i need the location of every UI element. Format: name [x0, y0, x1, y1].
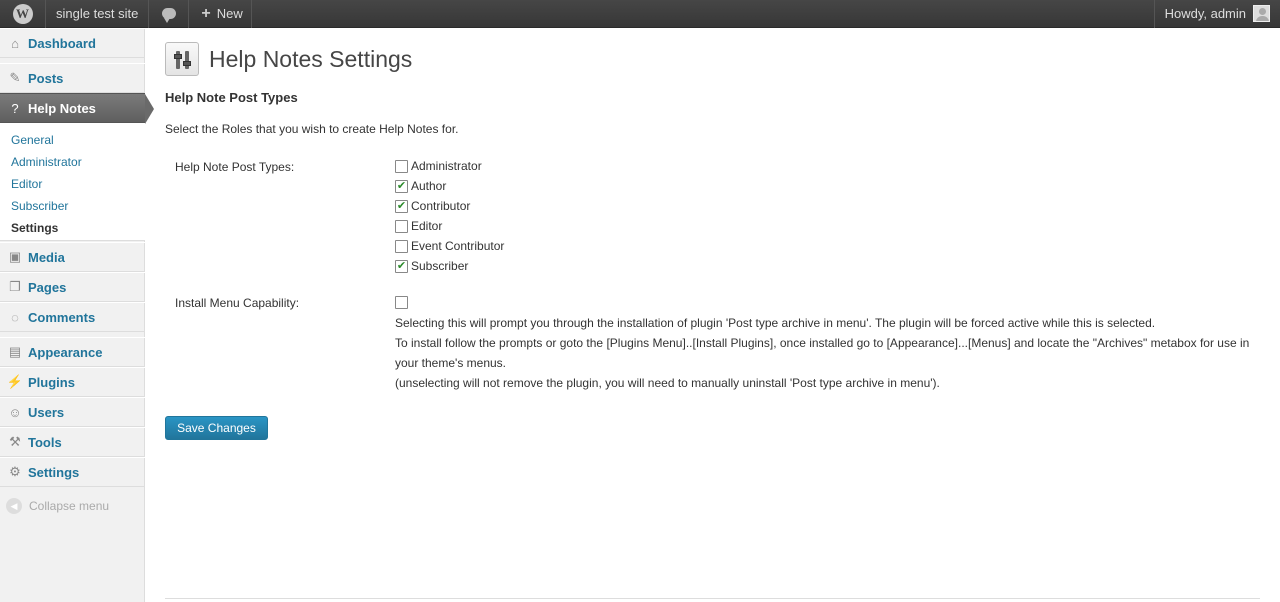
role-label: Subscriber	[411, 259, 469, 273]
role-option-event-contributor[interactable]: Event Contributor	[395, 236, 504, 256]
avatar-icon	[1253, 5, 1270, 22]
sidebar-item-settings[interactable]: ⚙ Settings	[0, 457, 145, 487]
install-desc-line: (unselecting will not remove the plugin,…	[395, 376, 940, 390]
role-label: Administrator	[411, 159, 482, 173]
role-checkbox-contributor[interactable]	[395, 199, 408, 213]
intro-text: Select the Roles that you wish to create…	[165, 122, 459, 136]
install-desc-line: Selecting this will prompt you through t…	[395, 316, 1156, 330]
section-title: Help Note Post Types	[165, 90, 298, 105]
sidebar-item-label: Media	[28, 249, 65, 265]
submenu-item-general[interactable]: General	[0, 129, 145, 151]
role-checkbox-administrator[interactable]	[395, 159, 408, 173]
install-description: Selecting this will prompt you through t…	[395, 313, 1255, 393]
sidebar-item-label: Appearance	[28, 344, 103, 360]
role-label: Contributor	[411, 199, 471, 213]
comments-button[interactable]	[149, 0, 190, 28]
sidebar-item-label: Posts	[28, 70, 64, 86]
sidebar-item-label: Help Notes	[28, 100, 96, 116]
settings-sliders-icon	[165, 42, 199, 76]
sidebar-item-label: Tools	[28, 434, 62, 450]
question-icon: ?	[11, 100, 19, 116]
post-types-label: Help Note Post Types:	[175, 160, 295, 174]
role-checkbox-author[interactable]	[395, 179, 408, 193]
role-option-contributor[interactable]: Contributor	[395, 196, 470, 216]
plugins-icon: ⚡	[6, 374, 24, 389]
site-name-link[interactable]: single test site	[46, 0, 150, 28]
media-icon: ▣	[8, 249, 22, 264]
page-header: Help Notes Settings	[165, 42, 412, 76]
comments-icon: ◌	[11, 309, 19, 325]
sidebar-item-label: Pages	[28, 279, 67, 295]
role-label: Event Contributor	[411, 239, 505, 253]
sidebar-item-users[interactable]: ☺ Users	[0, 397, 145, 427]
sidebar-item-media[interactable]: ▣ Media	[0, 242, 145, 272]
collapse-arrow-icon: ◀	[6, 498, 22, 514]
sidebar-item-plugins[interactable]: ⚡ Plugins	[0, 367, 145, 397]
role-option-author[interactable]: Author	[395, 176, 446, 196]
new-content-button[interactable]: + New	[189, 0, 252, 28]
admin-sidebar: ⌂ Dashboard ✎ Posts ? Help Notes General…	[0, 28, 154, 602]
my-account-button[interactable]: Howdy, admin	[1153, 0, 1280, 28]
sidebar-item-pages[interactable]: ❐ Pages	[0, 272, 145, 302]
howdy-text: Howdy, admin	[1164, 6, 1246, 21]
wp-logo-button[interactable]: W	[0, 0, 46, 28]
main-content: Help Notes Settings Help Note Post Types…	[165, 28, 1260, 602]
collapse-menu-label: Collapse menu	[29, 499, 110, 513]
footer-divider	[165, 598, 1260, 599]
sidebar-item-appearance[interactable]: ▤ Appearance	[0, 337, 145, 367]
wordpress-logo-icon: W	[12, 3, 33, 24]
tools-icon: ⚒	[9, 434, 21, 449]
sidebar-item-help-notes[interactable]: ? Help Notes	[0, 93, 154, 124]
install-desc-line: To install follow the prompts or goto th…	[395, 336, 1250, 370]
role-checkbox-editor[interactable]	[395, 219, 408, 233]
page-title: Help Notes Settings	[209, 45, 413, 72]
appearance-icon: ▤	[8, 344, 22, 359]
role-checkbox-subscriber[interactable]	[395, 259, 408, 273]
role-option-subscriber[interactable]: Subscriber	[395, 256, 468, 276]
collapse-menu-button[interactable]: ◀ Collapse menu	[6, 498, 109, 514]
admin-bar: W single test site + New Howdy, admin	[0, 0, 1280, 28]
pushpin-icon: ✎	[9, 70, 21, 85]
role-option-administrator[interactable]: Administrator	[395, 156, 482, 176]
sidebar-item-label: Comments	[28, 309, 96, 325]
save-changes-button[interactable]: Save Changes	[165, 416, 268, 440]
role-option-editor[interactable]: Editor	[395, 216, 442, 236]
submenu-item-settings[interactable]: Settings	[0, 217, 145, 239]
sidebar-item-label: Dashboard	[28, 35, 96, 51]
submenu-item-editor[interactable]: Editor	[0, 173, 145, 195]
sidebar-item-label: Settings	[28, 464, 80, 480]
help-notes-submenu: General Administrator Editor Subscriber …	[0, 123, 145, 241]
plus-icon: +	[201, 4, 211, 22]
sidebar-item-tools[interactable]: ⚒ Tools	[0, 427, 145, 457]
role-label: Editor	[411, 219, 443, 233]
role-label: Author	[411, 179, 447, 193]
sidebar-item-label: Plugins	[28, 374, 75, 390]
sidebar-item-comments[interactable]: ◌ Comments	[0, 302, 145, 332]
install-menu-option[interactable]	[395, 292, 411, 312]
install-menu-checkbox[interactable]	[395, 295, 408, 309]
site-name: single test site	[56, 6, 139, 21]
submenu-item-subscriber[interactable]: Subscriber	[0, 195, 145, 217]
dashboard-icon: ⌂	[11, 35, 19, 51]
sidebar-item-posts[interactable]: ✎ Posts	[0, 63, 145, 93]
submenu-item-administrator[interactable]: Administrator	[0, 151, 145, 173]
comment-bubble-icon	[161, 8, 176, 23]
settings-icon: ⚙	[9, 464, 21, 479]
sidebar-item-label: Users	[28, 404, 65, 420]
new-label: New	[216, 6, 243, 21]
pages-icon: ❐	[9, 279, 21, 294]
install-menu-label: Install Menu Capability:	[175, 296, 300, 310]
users-icon: ☺	[8, 404, 22, 420]
sidebar-item-dashboard[interactable]: ⌂ Dashboard	[0, 28, 145, 58]
role-checkbox-event-contributor[interactable]	[395, 239, 408, 253]
